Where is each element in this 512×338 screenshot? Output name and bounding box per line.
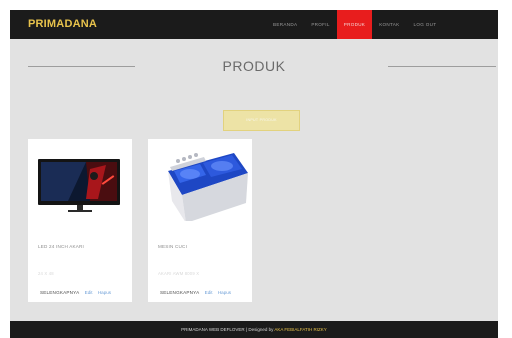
footer-author: AKA FEBIALFATIH RIZKY [274,327,327,332]
page: PRIMADANA BERANDA PROFIL PRODUK KONTAK L… [10,10,498,338]
details-button[interactable]: SELENGKAPNYA [160,290,199,295]
product-price: AKARI AWM 8009 X [158,271,200,276]
product-image-tv [28,139,132,221]
nav-item-produk[interactable]: PRODUK [336,10,373,39]
edit-link[interactable]: Edit [205,290,213,295]
nav-menu: BERANDA PROFIL PRODUK KONTAK LOG OUT [266,10,443,39]
brand-logo[interactable]: PRIMADANA [28,18,97,30]
product-actions: SELENGKAPNYA Edit Hapus [40,290,111,295]
input-product-button[interactable]: INPUT PRODUK [223,110,300,131]
edit-link[interactable]: Edit [85,290,93,295]
footer-text: PRIMADANA WEB DEFLOVER | Designed by [181,327,275,332]
nav-item-profil[interactable]: PROFIL [304,10,336,39]
details-button[interactable]: SELENGKAPNYA [40,290,79,295]
nav-item-beranda[interactable]: BERANDA [266,10,304,39]
nav-item-logout[interactable]: LOG OUT [407,10,444,39]
navbar: PRIMADANA BERANDA PROFIL PRODUK KONTAK L… [10,10,498,39]
delete-link[interactable]: Hapus [98,290,111,295]
product-name: LED 24 INCH AKARI [38,244,85,249]
nav-item-kontak[interactable]: KONTAK [372,10,406,39]
divider-right [388,66,496,67]
page-title-row: PRODUK [10,58,498,78]
product-image-washing-machine [148,139,252,223]
product-card: LED 24 INCH AKARI 24 X 48 SELENGKAPNYA E… [28,139,132,302]
delete-link[interactable]: Hapus [218,290,231,295]
product-card: MESIN CUCI AKARI AWM 8009 X SELENGKAPNYA… [148,139,252,302]
footer: PRIMADANA WEB DEFLOVER | Designed by AKA… [10,321,498,338]
product-name: MESIN CUCI [158,244,188,249]
product-actions: SELENGKAPNYA Edit Hapus [160,290,231,295]
product-price: 24 X 48 [38,271,54,276]
